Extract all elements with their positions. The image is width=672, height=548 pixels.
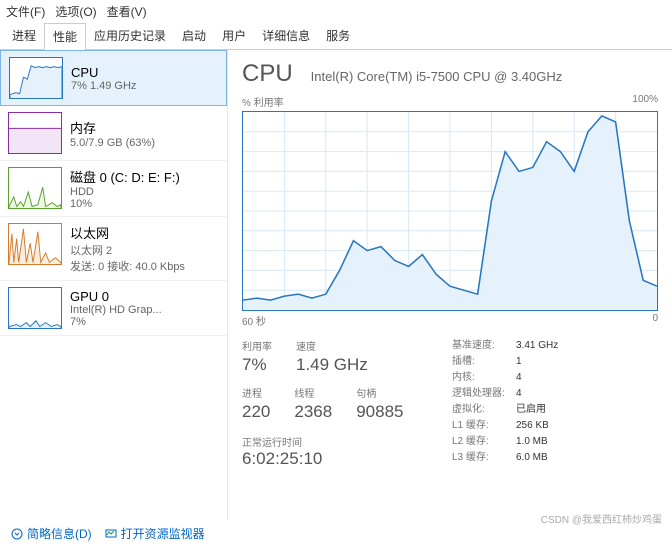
chart-xright: 0 xyxy=(652,313,658,328)
sidebar-item-disk[interactable]: 磁盘 0 (C: D: E: F:) HDD 10% xyxy=(0,161,227,217)
l3-value: 6.0 MB xyxy=(516,450,548,466)
threads-label: 线程 xyxy=(294,385,332,400)
sidebar-disk-sub2: 10% xyxy=(70,198,180,210)
virt-label: 虚拟化: xyxy=(452,402,516,418)
chevron-down-icon xyxy=(10,527,24,541)
tabbar: 进程 性能 应用历史记录 启动 用户 详细信息 服务 xyxy=(0,23,672,50)
cores-value: 4 xyxy=(516,370,522,386)
gpu-thumb-chart xyxy=(9,288,61,328)
footer: 简略信息(D) 打开资源监视器 xyxy=(10,525,205,542)
threads-value: 2368 xyxy=(294,402,332,422)
tab-startup[interactable]: 启动 xyxy=(174,23,214,49)
sidebar-item-cpu[interactable]: CPU 7% 1.49 GHz xyxy=(0,50,227,106)
proc-label: 进程 xyxy=(242,385,270,400)
sidebar-disk-sub: HDD xyxy=(70,186,180,198)
sidebar-eth-title: 以太网 xyxy=(70,223,185,242)
cpu-thumb-chart xyxy=(10,58,62,98)
handles-value: 90885 xyxy=(356,402,403,422)
cores-label: 内核: xyxy=(452,370,516,386)
sidebar-mem-sub: 5.0/7.9 GB (63%) xyxy=(70,137,155,149)
lp-label: 逻辑处理器: xyxy=(452,386,516,402)
sidebar-item-memory[interactable]: 内存 5.0/7.9 GB (63%) xyxy=(0,106,227,161)
speed-value: 1.49 GHz xyxy=(296,355,368,375)
tab-performance[interactable]: 性能 xyxy=(44,23,86,50)
sidebar-cpu-title: CPU xyxy=(71,65,136,80)
resmon-label: 打开资源监视器 xyxy=(121,525,205,542)
watermark: CSDN @我爱西红柿炒鸡蛋 xyxy=(541,511,662,526)
sockets-value: 1 xyxy=(516,354,522,370)
menubar: 文件(F) 选项(O) 查看(V) xyxy=(0,0,672,23)
tab-details[interactable]: 详细信息 xyxy=(254,23,318,49)
content: CPU Intel(R) Core(TM) i5-7500 CPU @ 3.40… xyxy=(228,50,672,520)
virt-value: 已启用 xyxy=(516,402,546,418)
l2-label: L2 缓存: xyxy=(452,434,516,450)
brief-info-label: 简略信息(D) xyxy=(27,525,92,542)
l2-value: 1.0 MB xyxy=(516,434,548,450)
cpu-model: Intel(R) Core(TM) i5-7500 CPU @ 3.40GHz xyxy=(311,69,563,84)
sockets-label: 插槽: xyxy=(452,354,516,370)
resmon-link[interactable]: 打开资源监视器 xyxy=(104,525,205,542)
tab-processes[interactable]: 进程 xyxy=(4,23,44,49)
sidebar-gpu-sub: Intel(R) HD Grap... xyxy=(70,304,162,316)
page-title: CPU xyxy=(242,60,293,88)
sidebar-eth-sub2: 发送: 0 接收: 40.0 Kbps xyxy=(70,258,185,274)
lp-value: 4 xyxy=(516,386,522,402)
sidebar-item-ethernet[interactable]: 以太网 以太网 2 发送: 0 接收: 40.0 Kbps xyxy=(0,217,227,281)
cpu-detail-grid: 基准速度:3.41 GHz 插槽:1 内核:4 逻辑处理器:4 虚拟化:已启用 … xyxy=(452,338,558,469)
chart-xleft: 60 秒 xyxy=(242,313,266,328)
base-speed-value: 3.41 GHz xyxy=(516,338,558,354)
sidebar-gpu-title: GPU 0 xyxy=(70,289,162,304)
eth-thumb-chart xyxy=(9,224,61,264)
l1-value: 256 KB xyxy=(516,418,549,434)
util-value: 7% xyxy=(242,355,272,375)
speed-label: 速度 xyxy=(296,338,368,353)
sidebar-eth-sub: 以太网 2 xyxy=(70,242,185,258)
brief-info-link[interactable]: 简略信息(D) xyxy=(10,525,92,542)
sidebar-cpu-sub: 7% 1.49 GHz xyxy=(71,80,136,92)
sidebar-mem-title: 内存 xyxy=(70,118,155,137)
tab-services[interactable]: 服务 xyxy=(318,23,358,49)
proc-value: 220 xyxy=(242,402,270,422)
cpu-chart[interactable] xyxy=(242,111,658,311)
menu-options[interactable]: 选项(O) xyxy=(55,3,96,20)
sidebar-disk-title: 磁盘 0 (C: D: E: F:) xyxy=(70,167,180,186)
chart-ymax: 100% xyxy=(632,94,658,109)
l3-label: L3 缓存: xyxy=(452,450,516,466)
uptime-label: 正常运行时间 xyxy=(242,434,422,449)
monitor-icon xyxy=(104,527,118,541)
menu-file[interactable]: 文件(F) xyxy=(6,3,45,20)
memory-thumb-chart xyxy=(9,113,61,153)
tab-app-history[interactable]: 应用历史记录 xyxy=(86,23,174,49)
disk-thumb-chart xyxy=(9,168,61,208)
tab-users[interactable]: 用户 xyxy=(214,23,254,49)
sidebar-item-gpu[interactable]: GPU 0 Intel(R) HD Grap... 7% xyxy=(0,281,227,336)
menu-view[interactable]: 查看(V) xyxy=(107,3,147,20)
handles-label: 句柄 xyxy=(356,385,403,400)
base-speed-label: 基准速度: xyxy=(452,338,516,354)
chart-ylabel: % 利用率 xyxy=(242,94,284,109)
uptime-value: 6:02:25:10 xyxy=(242,449,422,469)
sidebar-gpu-sub2: 7% xyxy=(70,316,162,328)
l1-label: L1 缓存: xyxy=(452,418,516,434)
util-label: 利用率 xyxy=(242,338,272,353)
cpu-chart-svg xyxy=(243,112,657,310)
sidebar: CPU 7% 1.49 GHz 内存 5.0/7.9 GB (63%) xyxy=(0,50,228,520)
